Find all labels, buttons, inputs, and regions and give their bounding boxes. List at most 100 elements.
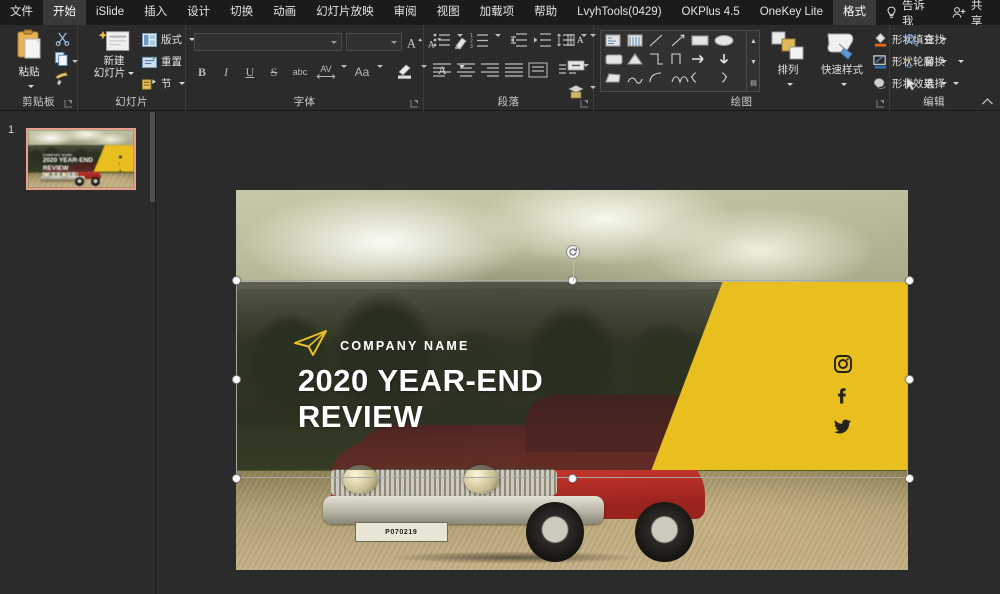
paragraph-extra-buttons: A: [566, 34, 596, 113]
drawing-dialog-launcher[interactable]: [876, 99, 885, 108]
text-direction-icon-button[interactable]: A: [566, 31, 586, 49]
new-slide-button[interactable]: 新建 幻灯片: [88, 29, 140, 79]
menu-tab-onekey-lite[interactable]: OneKey Lite: [750, 0, 833, 25]
menu-tab-file[interactable]: 文件: [0, 0, 43, 25]
paper-plane-icon: [293, 329, 329, 357]
twitter-icon[interactable]: [833, 417, 852, 435]
strikethrough-button[interactable]: S: [266, 63, 282, 81]
paste-label: 粘贴: [18, 66, 40, 78]
format-painter-button[interactable]: [54, 71, 70, 91]
menu-tab-islide[interactable]: iSlide: [86, 0, 134, 25]
menu-tab-review[interactable]: 审阅: [384, 0, 427, 25]
section-caret[interactable]: [178, 82, 185, 85]
slide-canvas[interactable]: P070219 COMPANY NAME 2020 YEAR-END REVIE…: [157, 112, 1000, 594]
title-band-shape[interactable]: COMPANY NAME 2020 YEAR-END REVIEW: [236, 281, 908, 471]
menu-tab-home[interactable]: 开始: [43, 0, 86, 25]
bullets-button[interactable]: [432, 31, 452, 49]
font-name-input[interactable]: [194, 33, 342, 51]
menu-tab-animations[interactable]: 动画: [263, 0, 306, 25]
menu-tab-slideshow[interactable]: 幻灯片放映: [306, 0, 384, 25]
menu-tab-design[interactable]: 设计: [177, 0, 220, 25]
ribbon-group-font: A A B I U S abc AV Aa A 字体: [186, 25, 467, 111]
share-button[interactable]: 共享: [942, 0, 1000, 28]
menu-tab-format[interactable]: 格式: [833, 0, 876, 25]
sidebar-scrollbar[interactable]: [150, 112, 155, 594]
instagram-icon[interactable]: [833, 355, 852, 374]
copy-button[interactable]: [54, 51, 69, 71]
font-size-caret[interactable]: [391, 40, 397, 44]
cut-button[interactable]: [55, 31, 70, 51]
clipboard-dialog-launcher[interactable]: [64, 99, 73, 108]
justify-button[interactable]: [504, 61, 524, 79]
align-text-button[interactable]: [566, 57, 586, 75]
replace-caret[interactable]: [958, 60, 964, 63]
bullets-caret[interactable]: [454, 34, 463, 37]
ribbon-group-editing: 查找 ab ac 替换 选择 编辑: [890, 25, 1000, 111]
menu-tab-help[interactable]: 帮助: [524, 0, 567, 25]
font-size-input[interactable]: [346, 33, 402, 51]
change-case-button[interactable]: Aa: [352, 63, 372, 81]
lightbulb-icon: [886, 6, 897, 19]
powerpoint-window: 文件 开始 iSlide 插入 设计 切换 动画 幻灯片放映 审阅 视图 加载项…: [0, 0, 1000, 594]
menu-tab-okplus[interactable]: OKPlus 4.5: [672, 0, 750, 25]
arrange-button[interactable]: 排列: [766, 30, 810, 94]
font-dialog-launcher[interactable]: [410, 99, 419, 108]
menu-tab-addins[interactable]: 加载项: [470, 0, 525, 25]
thumbnail-photo: COMPANY NAME 2020 YEAR-END REVIEW ▣ f ❧: [28, 130, 134, 188]
quick-styles-caret[interactable]: [840, 83, 847, 87]
increase-indent-button[interactable]: [532, 31, 552, 49]
shapes-scroll-down-icon[interactable]: ▼: [747, 52, 760, 72]
numbering-caret[interactable]: [492, 34, 501, 37]
find-button[interactable]: 查找: [904, 32, 945, 47]
shapes-more-icon[interactable]: ▤: [747, 73, 760, 93]
character-spacing-button[interactable]: AV: [314, 61, 338, 81]
grow-font-button[interactable]: A: [406, 33, 423, 51]
collapse-ribbon-button[interactable]: [981, 97, 994, 109]
shapes-scroll-up-icon[interactable]: ▲: [747, 31, 760, 51]
select-caret[interactable]: [953, 82, 959, 85]
select-label: 选择: [924, 78, 945, 90]
yellow-trapezoid-shape[interactable]: [651, 281, 908, 471]
decrease-indent-button[interactable]: [508, 31, 528, 49]
highlight-color-button[interactable]: [394, 61, 416, 81]
quick-styles-button[interactable]: 快速样式: [814, 30, 870, 94]
align-right-button[interactable]: [480, 61, 500, 79]
copy-dropdown-caret[interactable]: [69, 53, 78, 71]
smartart-button[interactable]: [566, 83, 586, 101]
section-label: 节: [161, 78, 172, 90]
numbering-button[interactable]: 123: [470, 31, 490, 49]
paste-dropdown-caret[interactable]: [27, 85, 34, 89]
tell-me-button[interactable]: 告诉我: [876, 0, 942, 28]
paste-button[interactable]: 粘贴: [6, 29, 52, 96]
shapes-gallery-scrollbar[interactable]: ▲ ▼ ▤: [746, 31, 759, 91]
title-line-2: REVIEW: [297, 399, 424, 435]
ribbon: 粘贴 剪贴板 新建 幻灯片 版式 重置 节 幻灯片 A A B I U S ab…: [0, 25, 1000, 111]
slide-thumbnail-1[interactable]: COMPANY NAME 2020 YEAR-END REVIEW ▣ f ❧: [26, 128, 136, 190]
align-left-button[interactable]: [432, 61, 452, 79]
change-case-caret[interactable]: [374, 65, 383, 68]
section-button[interactable]: 节: [142, 76, 185, 91]
select-button[interactable]: 选择: [904, 76, 959, 91]
replace-button[interactable]: ab ac 替换: [904, 54, 964, 69]
character-spacing-caret[interactable]: [338, 65, 347, 68]
menu-tab-transitions[interactable]: 切换: [220, 0, 263, 25]
reset-button[interactable]: 重置: [142, 54, 182, 69]
font-name-caret[interactable]: [331, 40, 337, 44]
arrange-caret[interactable]: [786, 83, 793, 87]
align-center-button[interactable]: [456, 61, 476, 79]
sidebar-scrollbar-thumb[interactable]: [150, 112, 155, 202]
slide-surface[interactable]: P070219 COMPANY NAME 2020 YEAR-END REVIE…: [236, 190, 908, 570]
text-shadow-button[interactable]: abc: [290, 64, 310, 80]
car-license-plate: P070219: [354, 522, 449, 543]
bold-button[interactable]: B: [194, 63, 210, 81]
menu-tab-lvyhtools[interactable]: LvyhTools(0429): [567, 0, 671, 25]
menu-bar: 文件 开始 iSlide 插入 设计 切换 动画 幻灯片放映 审阅 视图 加载项…: [0, 0, 1000, 28]
italic-button[interactable]: I: [218, 63, 234, 81]
shapes-gallery[interactable]: ▲ ▼ ▤: [600, 30, 760, 92]
underline-button[interactable]: U: [242, 63, 258, 81]
distributed-button[interactable]: [528, 61, 548, 79]
facebook-icon[interactable]: [834, 386, 852, 404]
menu-tab-insert[interactable]: 插入: [134, 0, 177, 25]
new-slide-caret[interactable]: [128, 71, 135, 75]
menu-tab-view[interactable]: 视图: [427, 0, 470, 25]
